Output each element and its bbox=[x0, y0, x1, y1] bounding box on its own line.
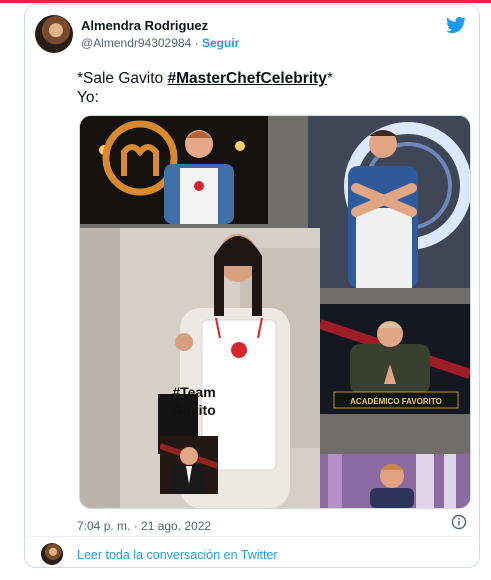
tweet-line-2: Yo: bbox=[77, 89, 99, 106]
tweet-text-prefix: *Sale Gavito bbox=[77, 70, 168, 87]
tweet-text: *Sale Gavito #MasterChefCelebrity* Yo: bbox=[77, 69, 333, 107]
media-photo-chef-purple-set bbox=[320, 454, 470, 508]
media-photo-chef-studio bbox=[80, 116, 268, 224]
separator: · bbox=[194, 36, 199, 50]
avatar[interactable] bbox=[35, 15, 73, 53]
team-gavito-text: #Team Gavito bbox=[154, 383, 234, 419]
tweet-timestamp[interactable]: 7:04 p. m. · 21 ago. 2022 bbox=[77, 519, 211, 533]
read-conversation-link[interactable]: Leer toda la conversación en Twitter bbox=[77, 548, 278, 562]
twitter-bird-icon[interactable] bbox=[445, 15, 467, 35]
follow-button[interactable]: Seguir bbox=[202, 36, 239, 50]
conversation-avatar bbox=[41, 543, 63, 565]
author-handle[interactable]: @Almendr94302984 bbox=[81, 36, 191, 50]
media-photo-academico-favorito: ACADÉMICO FAVORITO bbox=[320, 304, 470, 414]
info-icon[interactable] bbox=[451, 514, 467, 530]
tweet-text-suffix: * bbox=[326, 70, 333, 87]
media-photo-chef-arms-crossed bbox=[308, 116, 470, 288]
team-text-line-2: Gavito bbox=[172, 402, 216, 418]
hashtag-link[interactable]: #MasterChefCelebrity bbox=[167, 70, 326, 87]
media-photo-chef-suit bbox=[160, 436, 218, 494]
top-accent-bar bbox=[0, 0, 491, 3]
author-handle-line: @Almendr94302984 · Seguir bbox=[81, 36, 239, 50]
team-text-line-1: #Team bbox=[172, 384, 216, 400]
banner-text: ACADÉMICO FAVORITO bbox=[350, 397, 442, 406]
tweet-line-1: *Sale Gavito #MasterChefCelebrity* bbox=[77, 69, 333, 88]
tweet-card: Almendra Rodriguez @Almendr94302984 · Se… bbox=[24, 4, 480, 568]
divider bbox=[25, 536, 479, 537]
tweet-media[interactable]: #Team Gavito ACADÉMICO FAVORITO bbox=[79, 115, 471, 509]
author-name[interactable]: Almendra Rodriguez bbox=[81, 18, 208, 33]
